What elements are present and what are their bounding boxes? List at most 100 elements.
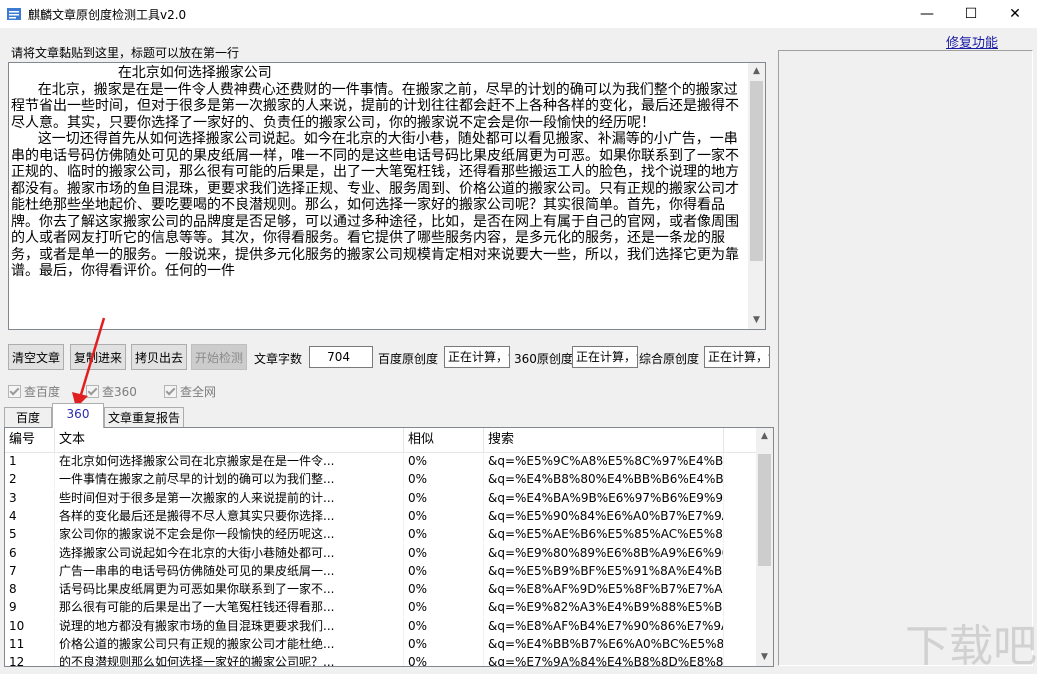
row-similarity: 0%: [404, 561, 484, 580]
total-originality-label: 综合原创度: [639, 352, 700, 366]
row-text: 说理的地方都没有搬家市场的鱼目混珠更要求我们...: [55, 616, 404, 635]
baidu-originality-label: 百度原创度: [378, 352, 439, 366]
clear-article-button[interactable]: 清空文章: [8, 344, 64, 370]
row-similarity: 0%: [404, 635, 484, 653]
check-all-checkbox[interactable]: 查全网: [164, 383, 216, 400]
start-check-button[interactable]: 开始检测: [191, 344, 247, 370]
row-search: &q=%E5%B9%BF%E5%91%8A%E4%B8%80%...: [484, 561, 724, 580]
minimize-button[interactable]: —: [905, 0, 949, 28]
row-index: 2: [5, 470, 55, 489]
total-originality-field: 正在计算，请: [704, 346, 770, 368]
row-index: 8: [5, 580, 55, 599]
table-header: 编号 文本 相似 搜索: [5, 428, 757, 453]
row-text: 价格公道的搬家公司只有正规的搬家公司才能杜绝...: [55, 635, 404, 653]
tab-baidu[interactable]: 百度: [4, 407, 52, 427]
row-text: 那么很有可能的后果是出了一大笔冤枉钱还得看那...: [55, 598, 404, 617]
check-baidu-checkbox[interactable]: 查百度: [8, 383, 60, 400]
copy-out-button[interactable]: 拷贝出去: [131, 344, 187, 370]
scroll-up-icon[interactable]: ▲: [748, 63, 765, 80]
row-similarity: 0%: [404, 598, 484, 617]
table-row[interactable]: 10 说理的地方都没有搬家市场的鱼目混珠更要求我们... 0% &q=%E8%AF%B…: [5, 616, 757, 635]
row-index: 9: [5, 598, 55, 617]
row-index: 12: [5, 653, 55, 666]
row-text: 话号码比果皮纸屑更为可恶如果你联系到了一家不...: [55, 580, 404, 599]
row-text: 些时间但对于很多是第一次搬家的人来说提前的计...: [55, 488, 404, 507]
row-text: 一件事情在搬家之前尽早的计划的确可以为我们整...: [55, 470, 404, 489]
row-search: &q=%E8%AF%9D%E5%8F%B7%E7%A0%81%...: [484, 580, 724, 599]
table-row[interactable]: 3 些时间但对于很多是第一次搬家的人来说提前的计... 0% &q=%E4%BA%9B…: [5, 488, 757, 507]
row-index: 3: [5, 488, 55, 507]
header-text[interactable]: 文本: [55, 428, 404, 452]
checkbox-checked-icon: [86, 385, 99, 398]
watermark-logo: 下载吧: [905, 621, 1037, 672]
row-similarity: 0%: [404, 543, 484, 562]
tab-360[interactable]: 360: [52, 403, 104, 428]
row-index: 1: [5, 452, 55, 470]
row-text: 家公司你的搬家说不定会是你一段愉快的经历呢这...: [55, 525, 404, 544]
table-row[interactable]: 8 话号码比果皮纸屑更为可恶如果你联系到了一家不... 0% &q=%E8%AF%9D…: [5, 580, 757, 599]
article-text[interactable]: 在北京如何选择搬家公司 在北京，搬家是在是一件令人费神费心还费财的一件事情。在搬…: [11, 65, 743, 280]
paste-prompt-label: 请将文章黏贴到这里，标题可以放在第一行: [11, 46, 240, 60]
word-count-label: 文章字数: [254, 352, 303, 366]
results-table: 编号 文本 相似 搜索 1 在北京如何选择搬家公司在北京搬家是在是一件令... 0%…: [4, 427, 774, 667]
maximize-button[interactable]: ☐: [949, 0, 993, 28]
row-index: 7: [5, 561, 55, 580]
row-text: 的不良潜规则那么如何选择一家好的搬家公司呢？...: [55, 653, 404, 666]
row-search: &q=%E9%82%A3%E4%B9%88%E5%BE%88%...: [484, 598, 724, 617]
scroll-thumb[interactable]: [750, 81, 763, 261]
table-row[interactable]: 11 价格公道的搬家公司只有正规的搬家公司才能杜绝... 0% &q=%E4%BB%B…: [5, 635, 757, 653]
header-search[interactable]: 搜索: [484, 428, 724, 452]
tab-duplicate-report[interactable]: 文章重复报告: [104, 407, 184, 427]
row-index: 6: [5, 543, 55, 562]
row-similarity: 0%: [404, 616, 484, 635]
table-row[interactable]: 9 那么很有可能的后果是出了一大笔冤枉钱还得看那... 0% &q=%E9%82%A3…: [5, 598, 757, 617]
row-index: 5: [5, 525, 55, 544]
baidu-originality-field: 正在计算，请: [444, 346, 510, 368]
repair-link[interactable]: 修复功能: [946, 32, 998, 51]
side-panel: [778, 50, 1033, 666]
table-scrollbar[interactable]: ▲ ▼: [756, 428, 773, 666]
row-similarity: 0%: [404, 506, 484, 525]
row-search: &q=%E8%AF%B4%E7%90%86%E7%9A%84%...: [484, 616, 724, 635]
paste-in-button[interactable]: 复制进来: [70, 344, 126, 370]
scroll-up-icon[interactable]: ▲: [756, 428, 773, 445]
row-search: &q=%E5%9C%A8%E5%8C%97%E4%BA%AC%...: [484, 452, 724, 470]
editor-scrollbar[interactable]: ▲ ▼: [748, 63, 765, 329]
table-row[interactable]: 7 广告一串串的电话号码仿佛随处可见的果皮纸屑一... 0% &q=%E5%B9%BF…: [5, 561, 757, 580]
row-index: 11: [5, 635, 55, 653]
s360-originality-label: 360原创度: [514, 352, 573, 366]
checkbox-checked-icon: [164, 385, 177, 398]
scroll-down-icon[interactable]: ▼: [748, 312, 765, 329]
checkbox-checked-icon: [8, 385, 21, 398]
row-similarity: 0%: [404, 525, 484, 544]
row-similarity: 0%: [404, 488, 484, 507]
table-row[interactable]: 6 选择搬家公司说起如今在北京的大街小巷随处都可... 0% &q=%E9%80%89…: [5, 543, 757, 562]
header-index[interactable]: 编号: [5, 428, 55, 452]
row-search: &q=%E4%B8%80%E4%BB%B6%E4%BA%8B%...: [484, 470, 724, 489]
table-row[interactable]: 5 家公司你的搬家说不定会是你一段愉快的经历呢这... 0% &q=%E5%AE%B6…: [5, 525, 757, 544]
scroll-down-icon[interactable]: ▼: [756, 649, 773, 666]
row-similarity: 0%: [404, 452, 484, 470]
table-row[interactable]: 1 在北京如何选择搬家公司在北京搬家是在是一件令... 0% &q=%E5%9C%A8…: [5, 452, 757, 470]
row-similarity: 0%: [404, 470, 484, 489]
check-360-checkbox[interactable]: 查360: [86, 383, 137, 400]
close-button[interactable]: ✕: [993, 0, 1037, 28]
row-search: &q=%E7%9A%84%E4%B8%8D%E8%89%AF%...: [484, 653, 724, 666]
row-text: 广告一串串的电话号码仿佛随处可见的果皮纸屑一...: [55, 561, 404, 580]
header-similarity[interactable]: 相似: [404, 428, 484, 452]
table-row[interactable]: 2 一件事情在搬家之前尽早的计划的确可以为我们整... 0% &q=%E4%B8%80…: [5, 470, 757, 489]
title-bar: 麒麟文章原创度检测工具v2.0 — ☐ ✕: [0, 0, 1037, 28]
article-textarea[interactable]: 在北京如何选择搬家公司 在北京，搬家是在是一件令人费神费心还费财的一件事情。在搬…: [8, 62, 766, 330]
row-search: &q=%E4%BB%B7%E6%A0%BC%E5%85%AC%...: [484, 635, 724, 653]
row-text: 选择搬家公司说起如今在北京的大街小巷随处都可...: [55, 543, 404, 562]
scroll-thumb[interactable]: [758, 454, 771, 566]
table-row[interactable]: 12 的不良潜规则那么如何选择一家好的搬家公司呢？... 0% &q=%E7%9A%8…: [5, 653, 757, 666]
app-icon: [7, 8, 21, 20]
table-row[interactable]: 4 各样的变化最后还是搬得不尽人意其实只要你选择... 0% &q=%E5%90%84…: [5, 506, 757, 525]
row-text: 各样的变化最后还是搬得不尽人意其实只要你选择...: [55, 506, 404, 525]
row-search: &q=%E9%80%89%E6%8B%A9%E6%90%AC%...: [484, 543, 724, 562]
row-search: &q=%E5%90%84%E6%A0%B7%E7%9A%84%...: [484, 506, 724, 525]
s360-originality-field: 正在计算，请: [572, 346, 638, 368]
row-index: 4: [5, 506, 55, 525]
row-index: 10: [5, 616, 55, 635]
